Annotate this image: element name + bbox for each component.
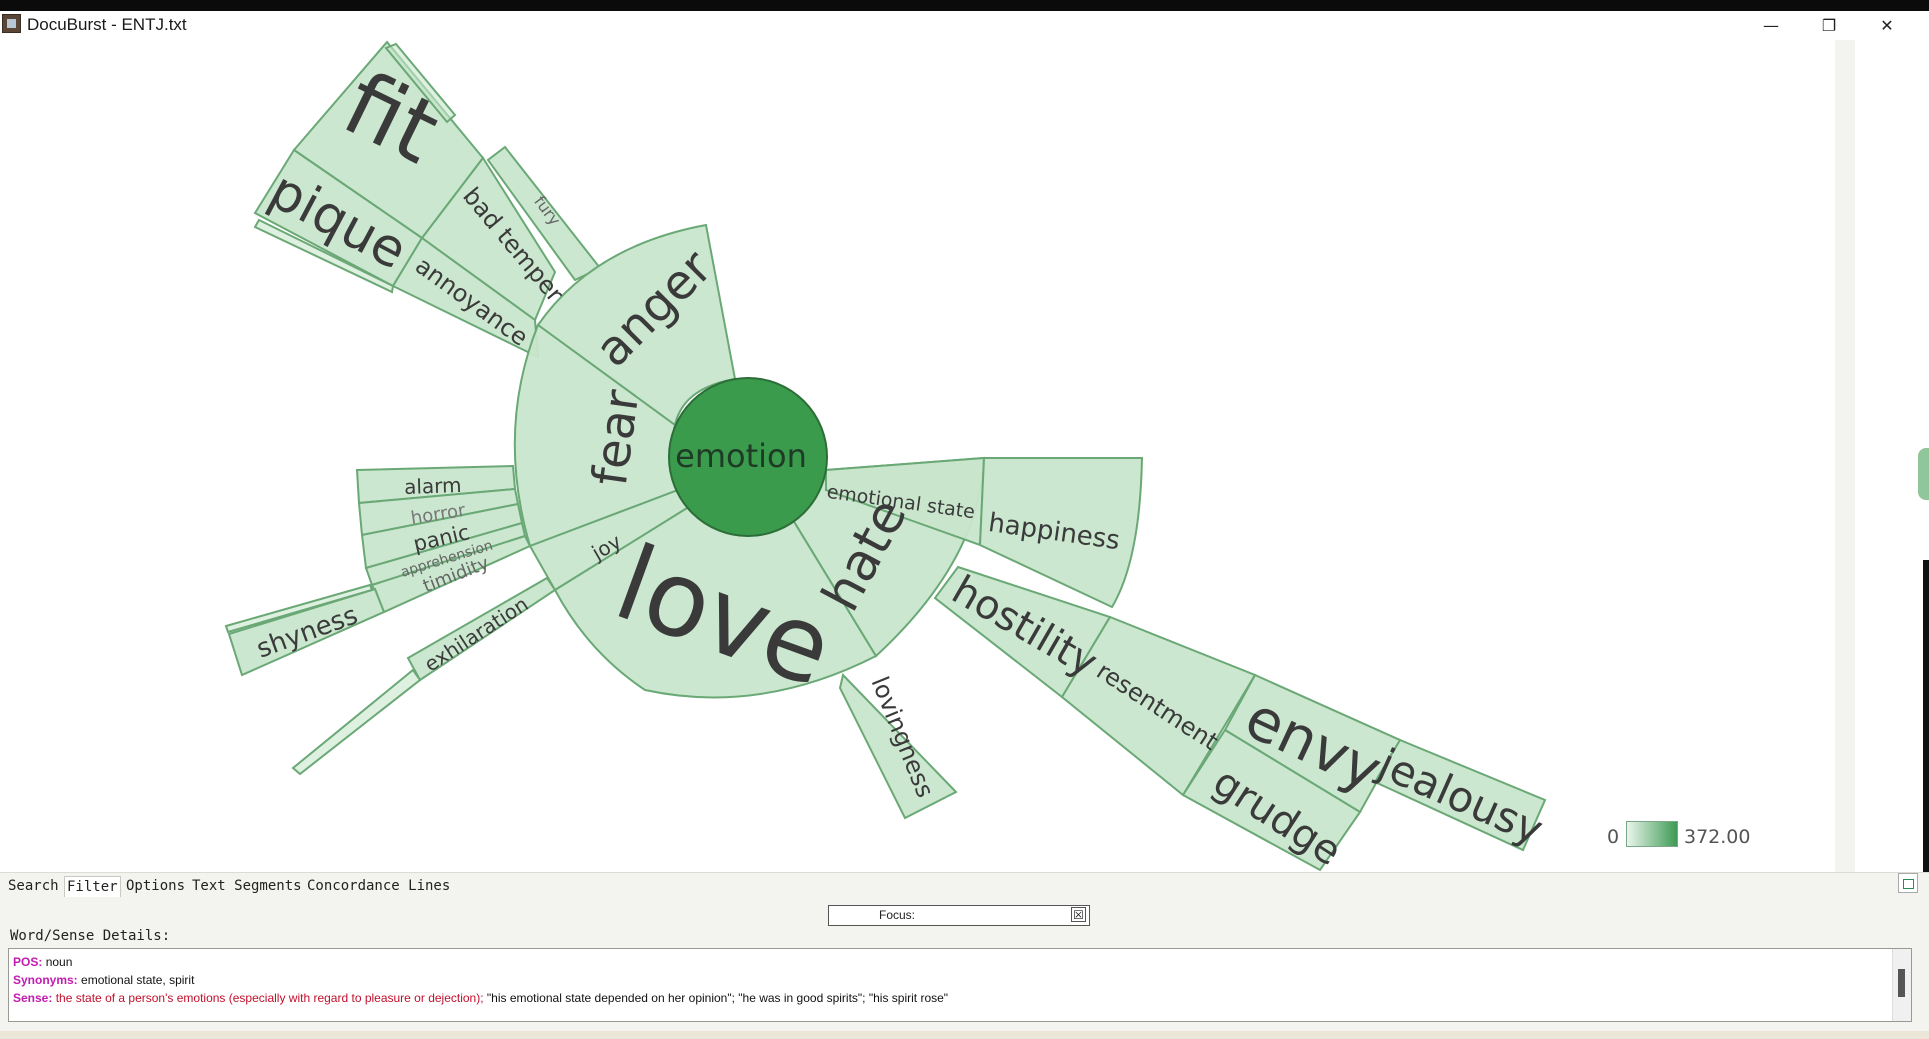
- node-minor-c[interactable]: [291, 668, 422, 776]
- sense-examples: "his emotional state depended on her opi…: [486, 991, 949, 1005]
- synonyms-row: Synonyms: emotional state, spirit: [13, 973, 194, 987]
- pos-key: POS:: [13, 955, 43, 969]
- pos-value: noun: [45, 955, 73, 969]
- maximize-button[interactable]: ❐: [1800, 11, 1858, 40]
- close-icon: ✕: [1880, 16, 1894, 35]
- label-alarm: alarm: [404, 473, 462, 499]
- tab-text-segments[interactable]: Text Segments: [190, 876, 304, 896]
- label-emotion: emotion: [675, 437, 807, 475]
- sense-definition: the state of a person's emotions (especi…: [55, 991, 484, 1005]
- legend-min: 0: [1607, 826, 1620, 848]
- details-scrollbar[interactable]: [1892, 949, 1911, 1021]
- label-exhilaration: exhilaration: [420, 592, 533, 677]
- visualization-canvas[interactable]: emotion fit pique bad temper fury annoya…: [0, 40, 1835, 875]
- bottom-strip: [0, 1031, 1929, 1039]
- details-heading: Word/Sense Details:: [10, 928, 171, 944]
- pos-row: POS: noun: [13, 955, 72, 969]
- side-handle[interactable]: [1918, 448, 1929, 500]
- synonyms-value: emotional state, spirit: [81, 973, 195, 987]
- top-dark-bar: [0, 0, 1929, 11]
- canvas-right-gutter: [1835, 40, 1855, 872]
- legend-gradient: [1626, 821, 1678, 847]
- sunburst-chart[interactable]: emotion fit pique bad temper fury annoya…: [0, 40, 1835, 875]
- restore-icon: ❐: [1821, 16, 1837, 35]
- details-textarea[interactable]: POS: noun Synonyms: emotional state, spi…: [8, 948, 1912, 1022]
- sense-key: Sense:: [13, 991, 53, 1005]
- legend-max: 372.00: [1684, 826, 1751, 848]
- focus-field[interactable]: Focus: ☒: [828, 905, 1090, 926]
- title-bar: [0, 11, 1929, 40]
- close-button[interactable]: ✕: [1858, 11, 1916, 40]
- clear-focus-icon[interactable]: ☒: [1071, 907, 1086, 922]
- popout-icon[interactable]: [1898, 873, 1918, 893]
- app-icon: [2, 14, 21, 33]
- tab-filter[interactable]: Filter: [64, 876, 121, 897]
- focus-label: Focus:: [879, 908, 916, 922]
- minimize-button[interactable]: —: [1742, 11, 1800, 40]
- tab-search[interactable]: Search: [6, 876, 61, 896]
- window-title: DocuBurst - ENTJ.txt: [27, 15, 187, 34]
- tab-options[interactable]: Options: [124, 876, 187, 896]
- synonyms-key: Synonyms:: [13, 973, 78, 987]
- scroll-thumb[interactable]: [1898, 969, 1905, 997]
- minimize-icon: —: [1763, 16, 1779, 35]
- sense-row: Sense: the state of a person's emotions …: [13, 991, 948, 1005]
- tab-concordance-lines[interactable]: Concordance Lines: [305, 876, 452, 896]
